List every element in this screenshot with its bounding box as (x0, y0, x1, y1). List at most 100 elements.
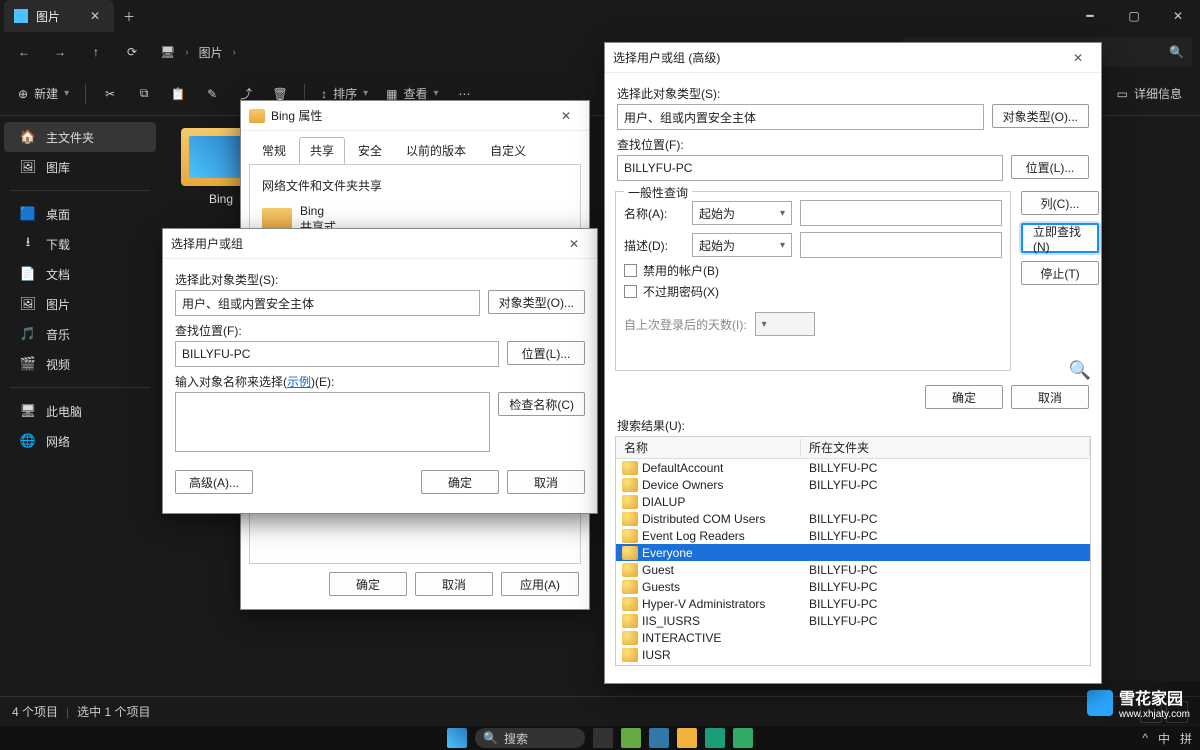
ime-indicator-1[interactable]: 中 (1158, 730, 1170, 747)
advanced-button[interactable]: 高级(A)... (175, 470, 253, 494)
store-icon[interactable] (733, 728, 753, 748)
result-row[interactable]: DefaultAccountBILLYFU-PC (616, 459, 1090, 476)
tray-chevron-icon[interactable]: ^ (1142, 731, 1148, 745)
sidebar-item-music[interactable]: 🎵音乐 (4, 319, 156, 349)
ok-button[interactable]: 确定 (421, 470, 499, 494)
app-icon-1[interactable] (621, 728, 641, 748)
apply-button[interactable]: 应用(A) (501, 572, 579, 596)
result-row[interactable]: Everyone (616, 544, 1090, 561)
locations-button[interactable]: 位置(L)... (507, 341, 585, 365)
name-filter-combo[interactable]: 起始为 (692, 201, 792, 225)
sidebar-item-gallery[interactable]: 🖼图库 (4, 152, 156, 182)
minimize-button[interactable]: ━ (1068, 0, 1112, 32)
object-name-input[interactable] (175, 392, 490, 452)
sidebar-item-pictures[interactable]: 🖼图片 (4, 289, 156, 319)
tab-pictures[interactable]: 图片 ✕ (4, 0, 114, 32)
breadcrumb-seg[interactable]: 图片 (199, 44, 223, 61)
status-selection: 选中 1 个项目 (77, 703, 150, 720)
cancel-button[interactable]: 取消 (507, 470, 585, 494)
tab-share[interactable]: 共享 (299, 137, 345, 164)
close-window-button[interactable]: ✕ (1156, 0, 1200, 32)
dialog-titlebar[interactable]: Bing 属性 ✕ (241, 101, 589, 131)
name-filter-label: 名称(A): (624, 205, 684, 222)
close-icon[interactable]: ✕ (551, 102, 581, 130)
copy-button[interactable]: ⧉ (128, 79, 160, 109)
sidebar-item-thispc[interactable]: 🖥此电脑 (4, 396, 156, 426)
object-types-button[interactable]: 对象类型(O)... (488, 290, 585, 314)
app-icon-2[interactable] (649, 728, 669, 748)
ok-button[interactable]: 确定 (925, 385, 1003, 409)
taskbar-search[interactable]: 🔍搜索 (475, 728, 585, 748)
disabled-accounts-checkbox[interactable]: 禁用的帐户(B) (624, 262, 1002, 279)
details-pane-button[interactable]: ▭详细信息 (1109, 79, 1190, 109)
forward-button[interactable]: → (44, 36, 76, 68)
sidebar-item-videos[interactable]: 🎬视频 (4, 349, 156, 379)
cancel-button[interactable]: 取消 (415, 572, 493, 596)
columns-button[interactable]: 列(C)... (1021, 191, 1099, 215)
new-button[interactable]: ⊕新建▾ (10, 79, 77, 109)
result-row[interactable]: IIS_IUSRSBILLYFU-PC (616, 612, 1090, 629)
taskbar: 🔍搜索 ^ 中 拼 (0, 726, 1200, 750)
col-name-header[interactable]: 名称 (616, 439, 801, 456)
close-icon[interactable]: ✕ (1063, 44, 1093, 72)
maximize-button[interactable]: ▢ (1112, 0, 1156, 32)
search-results-list[interactable]: 名称 所在文件夹 DefaultAccountBILLYFU-PCDevice … (615, 436, 1091, 666)
object-types-button[interactable]: 对象类型(O)... (992, 104, 1089, 128)
result-row[interactable]: DIALUP (616, 493, 1090, 510)
desc-filter-combo[interactable]: 起始为 (692, 233, 792, 257)
result-row[interactable]: GuestsBILLYFU-PC (616, 578, 1090, 595)
result-row[interactable]: Hyper-V AdministratorsBILLYFU-PC (616, 595, 1090, 612)
result-row[interactable]: INTERACTIVE (616, 629, 1090, 646)
example-link[interactable]: 示例 (287, 375, 311, 389)
check-names-button[interactable]: 检查名称(C) (498, 392, 585, 416)
tab-general[interactable]: 常规 (251, 137, 297, 164)
videos-icon: 🎬 (20, 356, 36, 372)
results-header: 名称 所在文件夹 (616, 437, 1090, 459)
explorer-statusbar: 4 个项目 | 选中 1 个项目 (0, 696, 1200, 726)
result-row[interactable]: GuestBILLYFU-PC (616, 561, 1090, 578)
ok-button[interactable]: 确定 (329, 572, 407, 596)
sidebar-item-downloads[interactable]: ⭳下载 (4, 229, 156, 259)
cancel-button[interactable]: 取消 (1011, 385, 1089, 409)
result-row[interactable]: Event Log ReadersBILLYFU-PC (616, 527, 1090, 544)
find-now-button[interactable]: 立即查找(N) (1021, 223, 1099, 253)
up-button[interactable]: ↑ (80, 36, 112, 68)
start-button[interactable] (447, 728, 467, 748)
locations-button[interactable]: 位置(L)... (1011, 155, 1089, 179)
tab-previous[interactable]: 以前的版本 (395, 137, 477, 164)
cut-button[interactable]: ✂ (94, 79, 126, 109)
close-icon[interactable]: ✕ (559, 230, 589, 258)
sidebar-item-home[interactable]: 🏠主文件夹 (4, 122, 156, 152)
tab-custom[interactable]: 自定义 (479, 137, 537, 164)
system-tray[interactable]: ^ 中 拼 (1142, 730, 1192, 747)
paste-button[interactable]: 📋 (162, 79, 194, 109)
back-button[interactable]: ← (8, 36, 40, 68)
ime-indicator-2[interactable]: 拼 (1180, 730, 1192, 747)
close-tab-icon[interactable]: ✕ (86, 7, 104, 25)
new-tab-button[interactable]: ＋ (114, 1, 144, 31)
breadcrumb[interactable]: 🖥 › 图片 › (152, 37, 244, 67)
result-row[interactable]: Device OwnersBILLYFU-PC (616, 476, 1090, 493)
result-row[interactable]: IUSR (616, 646, 1090, 663)
dialog-titlebar[interactable]: 选择用户或组 ✕ (163, 229, 597, 259)
result-row[interactable]: Distributed COM UsersBILLYFU-PC (616, 510, 1090, 527)
search-icon: 🔍 (1021, 360, 1091, 381)
sidebar-item-documents[interactable]: 📄文档 (4, 259, 156, 289)
taskview-icon[interactable] (593, 728, 613, 748)
principal-icon (622, 546, 638, 560)
sidebar-item-desktop[interactable]: 🟦桌面 (4, 199, 156, 229)
name-filter-input[interactable] (800, 200, 1002, 226)
tab-security[interactable]: 安全 (347, 137, 393, 164)
dialog-titlebar[interactable]: 选择用户或组 (高级) ✕ (605, 43, 1101, 73)
stop-button[interactable]: 停止(T) (1021, 261, 1099, 285)
col-folder-header[interactable]: 所在文件夹 (801, 439, 1090, 456)
desc-filter-input[interactable] (800, 232, 1002, 258)
edge-icon[interactable] (705, 728, 725, 748)
non-expiring-pwd-checkbox[interactable]: 不过期密码(X) (624, 283, 1002, 300)
search-icon: 🔍 (1169, 45, 1184, 59)
refresh-button[interactable]: ⟳ (116, 36, 148, 68)
principal-icon (622, 512, 638, 526)
explorer-icon[interactable] (677, 728, 697, 748)
rename-button[interactable]: ✎ (196, 79, 228, 109)
sidebar-item-network[interactable]: 🌐网络 (4, 426, 156, 456)
